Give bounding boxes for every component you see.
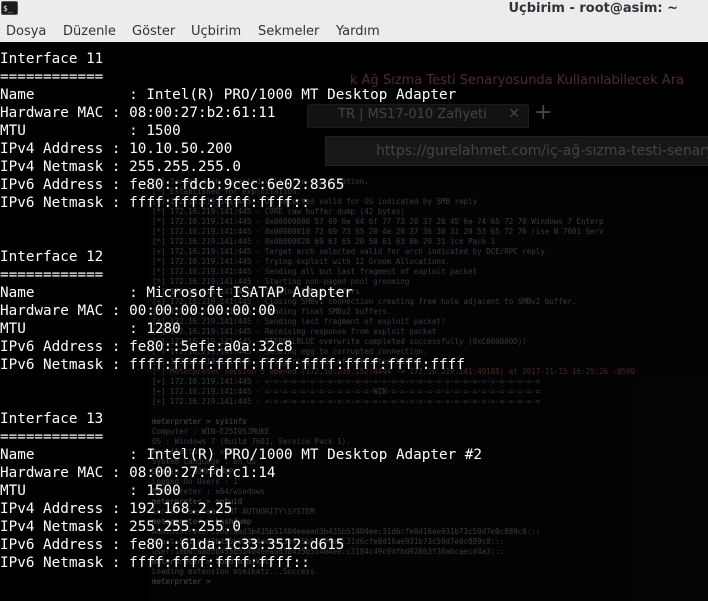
terminal-line: Interface 13 bbox=[0, 411, 104, 427]
terminal-line: ============ bbox=[0, 69, 104, 85]
terminal-line: IPv6 Netmask : ffff:ffff:ffff:ffff:: bbox=[0, 555, 310, 571]
menu-sekmeler[interactable]: Sekmeler bbox=[258, 20, 319, 42]
terminal-line: Hardware MAC : 08:00:27:b2:61:11 bbox=[0, 105, 276, 121]
terminal-line: Name : Microsoft ISATAP Adapter bbox=[0, 285, 353, 301]
terminal-line: ============ bbox=[0, 429, 104, 445]
menu-goster[interactable]: Göster bbox=[132, 20, 175, 42]
new-tab-icon: + bbox=[534, 100, 553, 125]
terminal-line: IPv6 Address : fe80::fdcb:9cec:6e02:8365 bbox=[0, 177, 345, 193]
window-titlebar[interactable]: $_ Uçbirim - root@asim: ~ bbox=[0, 0, 708, 21]
terminal-line: Name : Intel(R) PRO/1000 MT Desktop Adap… bbox=[0, 447, 483, 463]
terminal-line: IPv6 Address : fe80::5efe:a0a:32c8 bbox=[0, 339, 293, 355]
terminal-line: Hardware MAC : 00:00:00:00:00:00 bbox=[0, 303, 276, 319]
menu-duzenle[interactable]: Düzenle bbox=[63, 20, 116, 42]
terminal-line: MTU : 1500 bbox=[0, 483, 181, 499]
terminal-line: ============ bbox=[0, 267, 104, 283]
terminal-line: MTU : 1280 bbox=[0, 321, 181, 337]
menu-ucbirim[interactable]: Uçbirim bbox=[191, 20, 241, 42]
terminal-line: IPv6 Address : fe80::61da:1c33:3512:d615 bbox=[0, 537, 345, 553]
menu-dosya[interactable]: Dosya bbox=[6, 20, 46, 42]
terminal-line: IPv4 Netmask : 255.255.255.0 bbox=[0, 519, 242, 535]
terminal-line: Name : Intel(R) PRO/1000 MT Desktop Adap… bbox=[0, 87, 457, 103]
terminal-line: IPv6 Netmask : ffff:ffff:ffff:ffff:: bbox=[0, 195, 310, 211]
terminal-line: IPv4 Address : 10.10.50.200 bbox=[0, 141, 233, 157]
terminal-app-icon: $_ bbox=[1, 1, 18, 15]
terminal-line: IPv4 Netmask : 255.255.255.0 bbox=[0, 159, 242, 175]
menu-yardim[interactable]: Yardım bbox=[336, 20, 380, 42]
terminal-view[interactable]: k Ağ Sızma Testi Senaryosunda Kullanılab… bbox=[0, 42, 708, 601]
terminal-output: Interface 11 ============ Name : Intel(R) … bbox=[0, 50, 482, 572]
terminal-line: Interface 11 bbox=[0, 51, 104, 67]
window-title: Uçbirim - root@asim: ~ bbox=[508, 1, 678, 16]
terminal-line: Hardware MAC : 08:00:27:fd:c1:14 bbox=[0, 465, 276, 481]
background-console-line: meterpreter > bbox=[152, 577, 211, 586]
menu-bar: Dosya Düzenle Göster Uçbirim Sekmeler Ya… bbox=[0, 20, 708, 43]
close-icon: ✕ bbox=[508, 106, 520, 122]
terminal-line: IPv4 Address : 192.168.2.25 bbox=[0, 501, 233, 517]
terminal-line: Interface 12 bbox=[0, 249, 104, 265]
terminal-line: IPv6 Netmask : ffff:ffff:ffff:ffff:ffff:… bbox=[0, 357, 465, 373]
terminal-line: MTU : 1500 bbox=[0, 123, 181, 139]
